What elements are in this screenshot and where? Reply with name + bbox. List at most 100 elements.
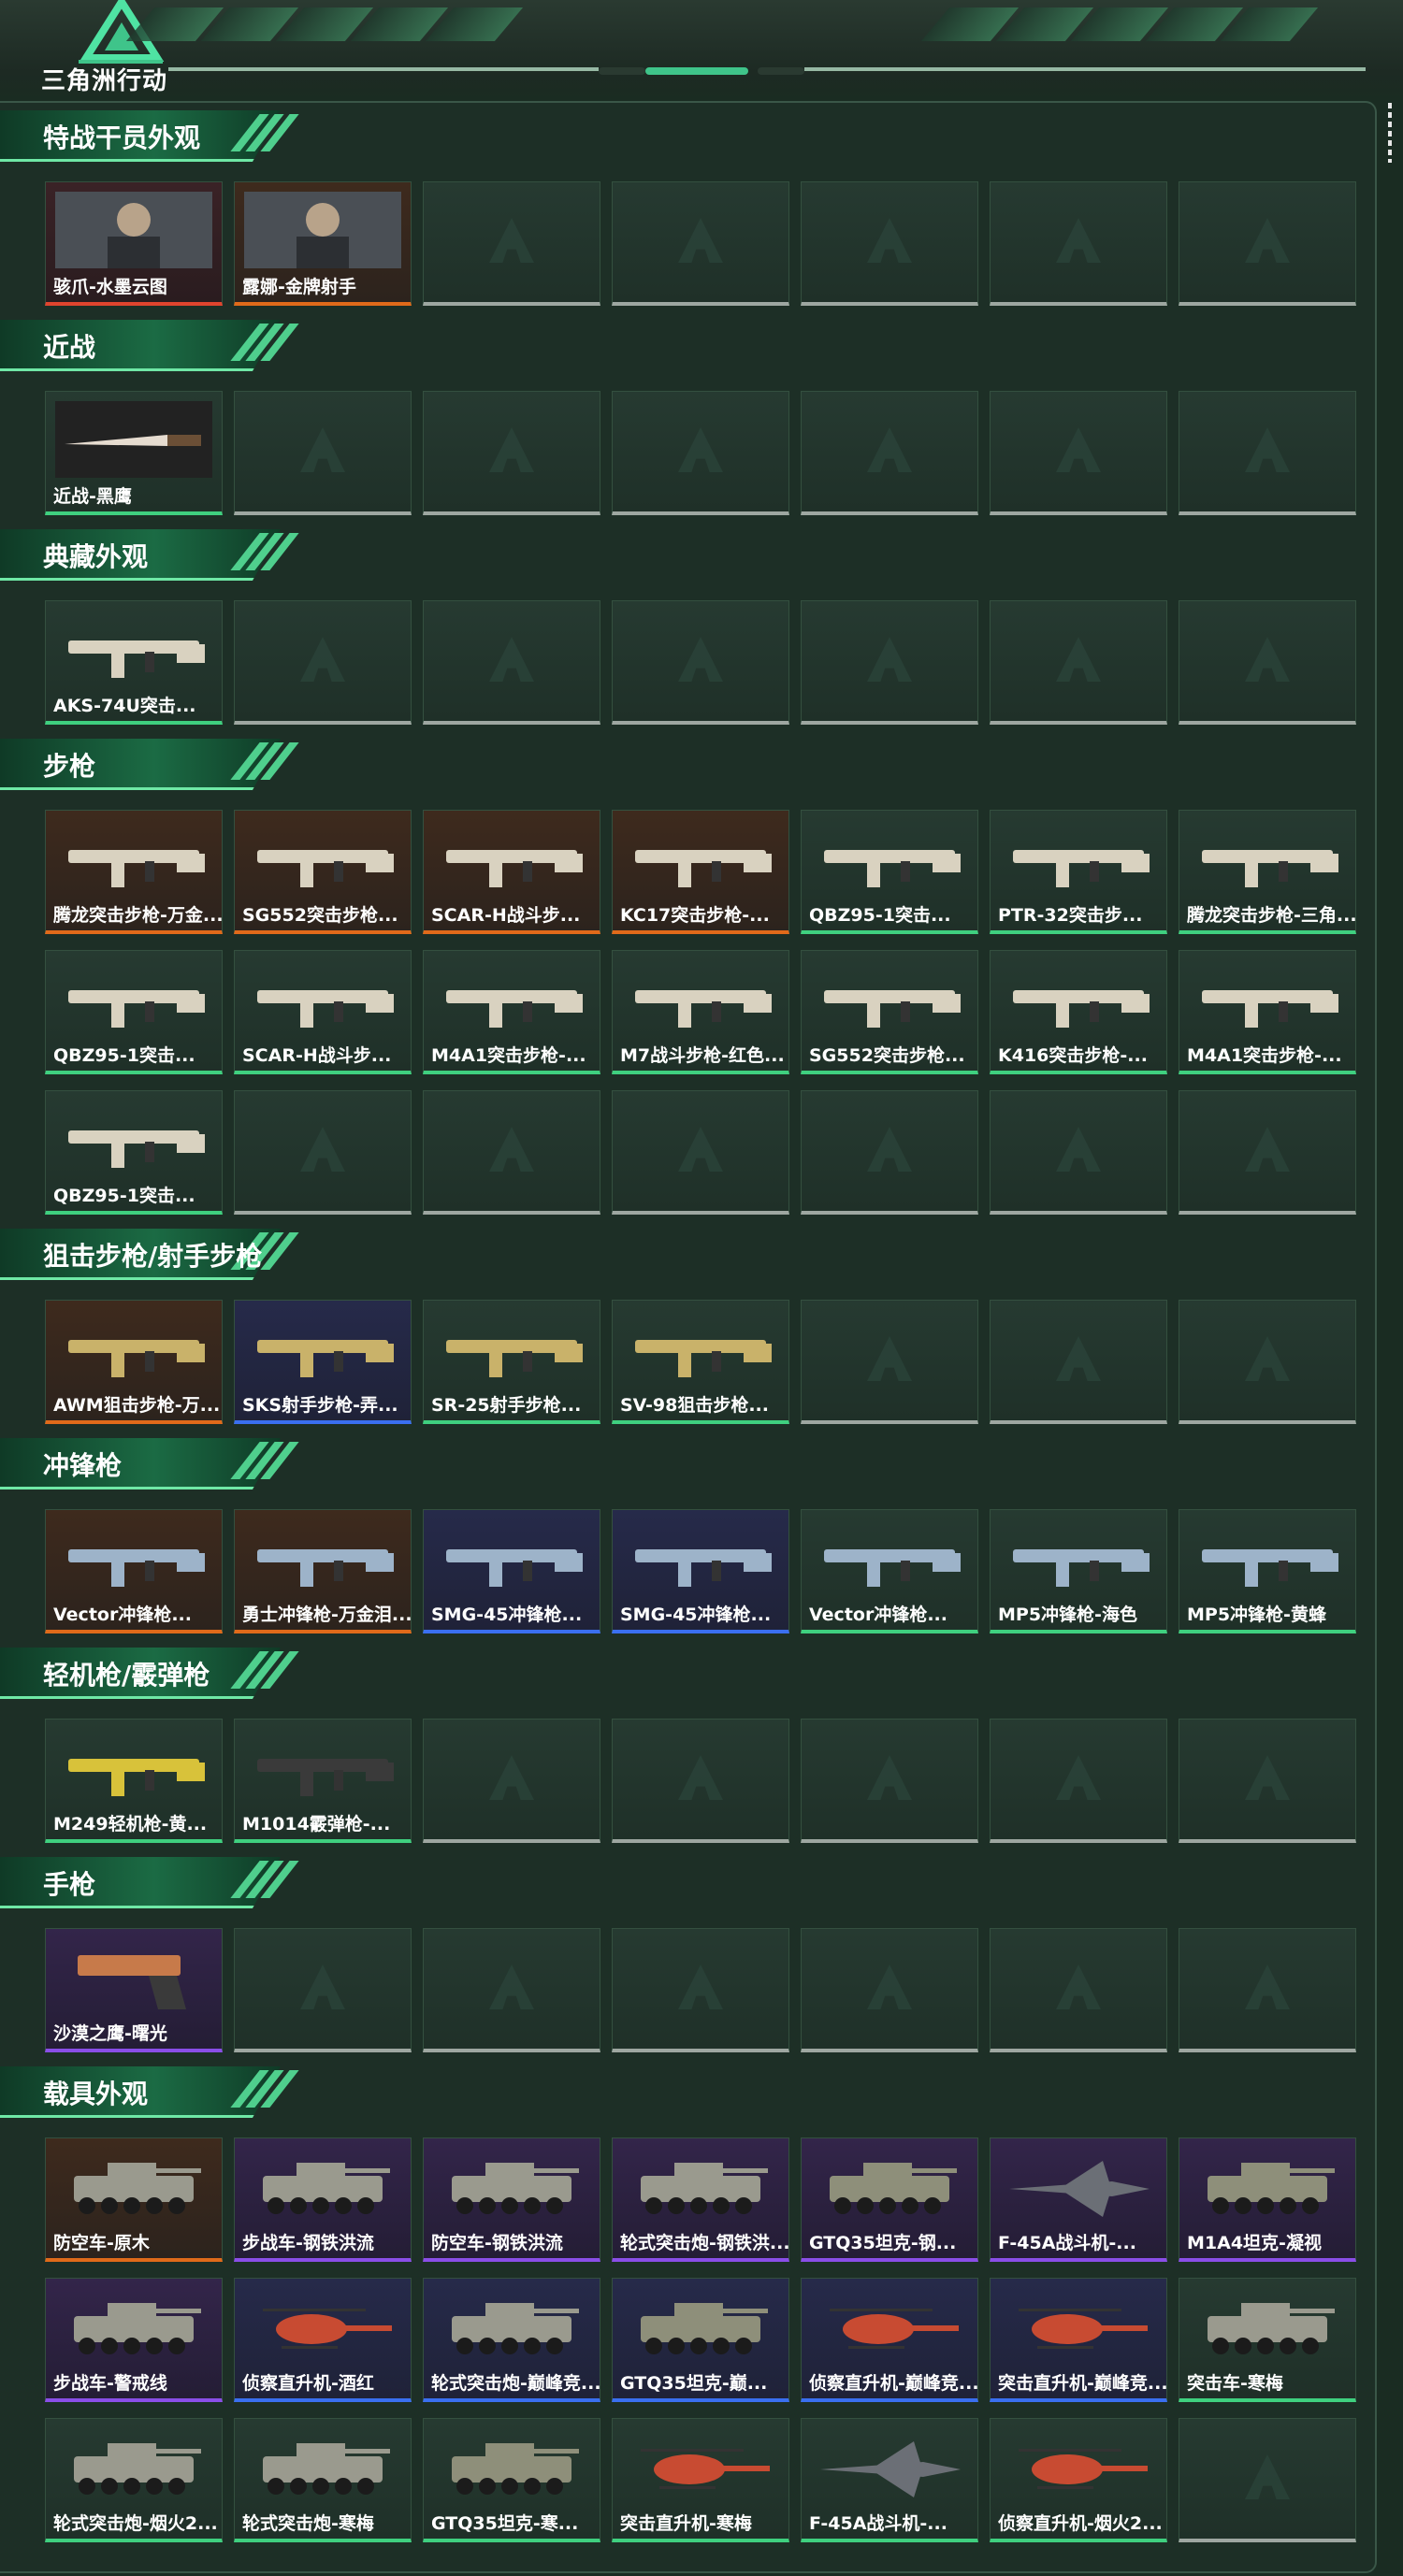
item-name: M4A1突击步枪-... (431, 1045, 586, 1066)
item-card[interactable]: SKS射手步枪-弄... (234, 1300, 412, 1424)
empty-slot (423, 1719, 600, 1843)
item-card[interactable]: 轮式突击炮-钢铁洪... (612, 2137, 789, 2262)
item-card[interactable]: M4A1突击步枪-... (423, 950, 600, 1074)
item-card[interactable]: F-45A战斗机-... (801, 2418, 978, 2542)
vehicle-icon (74, 2303, 201, 2354)
item-card[interactable]: SV-98狙击步枪... (612, 1300, 789, 1424)
vehicle-icon (74, 2163, 201, 2214)
item-name: Vector冲锋枪... (53, 1605, 192, 1625)
item-card[interactable]: SMG-45冲锋枪... (612, 1509, 789, 1633)
empty-slot (801, 1300, 978, 1424)
item-name: 步战车-钢铁洪流 (242, 2233, 374, 2253)
item-card[interactable]: PTR-32突击步... (990, 810, 1167, 934)
rifle-icon (824, 990, 961, 1028)
item-card[interactable]: 防空车-钢铁洪流 (423, 2137, 600, 2262)
item-card[interactable]: 骇爪-水墨云图 (45, 181, 223, 306)
item-name: GTQ35坦克-钢... (809, 2233, 957, 2253)
item-card[interactable]: 轮式突击炮-寒梅 (234, 2418, 412, 2542)
item-card[interactable]: M249轻机枪-黄... (45, 1719, 223, 1843)
item-card[interactable]: 沙漠之鹰-曙光 (45, 1928, 223, 2052)
item-name: SKS射手步枪-弄... (242, 1395, 398, 1416)
rifle-icon (635, 990, 772, 1028)
vehicle-icon (452, 2303, 579, 2354)
item-card[interactable]: 突击直升机-巅峰竞... (990, 2278, 1167, 2402)
empty-slot (423, 1928, 600, 2052)
item-card[interactable]: QBZ95-1突击... (801, 810, 978, 934)
rifle-icon (68, 850, 205, 887)
item-card[interactable]: 露娜-金牌射手 (234, 181, 412, 306)
item-name: M4A1突击步枪-... (1187, 1045, 1342, 1066)
jet-icon (1009, 2161, 1150, 2217)
item-card[interactable]: KC17突击步枪-... (612, 810, 789, 934)
item-card[interactable]: MP5冲锋枪-海色 (990, 1509, 1167, 1633)
section-title: 冲锋枪 (43, 1450, 123, 1481)
empty-slot (423, 181, 600, 306)
item-card[interactable]: SMG-45冲锋枪... (423, 1509, 600, 1633)
item-card[interactable]: 腾龙突击步枪-三角... (1179, 810, 1356, 934)
smg-icon (68, 1549, 205, 1587)
rifle-icon (824, 850, 961, 887)
item-card[interactable]: 勇士冲锋枪-万金泪... (234, 1509, 412, 1633)
item-card[interactable]: GTQ35坦克-钢... (801, 2137, 978, 2262)
item-card[interactable]: QBZ95-1突击... (45, 950, 223, 1074)
item-card[interactable]: SCAR-H战斗步... (423, 810, 600, 934)
empty-slot (801, 1928, 978, 2052)
smg-icon (1202, 1549, 1338, 1587)
item-card[interactable]: 侦察直升机-烟火2... (990, 2418, 1167, 2542)
helicopter-icon (263, 2309, 392, 2349)
item-card[interactable]: 步战车-警戒线 (45, 2278, 223, 2402)
item-card[interactable]: 突击直升机-寒梅 (612, 2418, 789, 2542)
item-card[interactable]: MP5冲锋枪-黄蜂 (1179, 1509, 1356, 1633)
item-card[interactable]: 步战车-钢铁洪流 (234, 2137, 412, 2262)
item-card[interactable]: 突击车-寒梅 (1179, 2278, 1356, 2402)
item-card[interactable]: Vector冲锋枪... (801, 1509, 978, 1633)
empty-slot (801, 600, 978, 725)
item-card[interactable]: SG552突击步枪... (234, 810, 412, 934)
section-title: 载具外观 (43, 2079, 149, 2109)
smg-icon (257, 1549, 394, 1587)
item-card[interactable]: M7战斗步枪-红色... (612, 950, 789, 1074)
item-card[interactable]: 近战-黑鹰 (45, 391, 223, 515)
item-card[interactable]: F-45A战斗机-... (990, 2137, 1167, 2262)
section-header-bar (0, 739, 281, 790)
section-title: 近战 (43, 332, 96, 363)
item-card[interactable]: QBZ95-1突击... (45, 1090, 223, 1215)
item-card[interactable]: GTQ35坦克-寒... (423, 2418, 600, 2542)
empty-slot (234, 391, 412, 515)
item-name: 沙漠之鹰-曙光 (53, 2023, 167, 2044)
item-name: M1A4坦克-凝视 (1187, 2233, 1322, 2253)
item-card[interactable]: SR-25射手步枪... (423, 1300, 600, 1424)
empty-slot (612, 1090, 789, 1215)
sniper-icon (446, 1340, 583, 1377)
scrollbar[interactable] (1388, 103, 1392, 163)
item-name: 防空车-钢铁洪流 (431, 2233, 563, 2253)
item-card[interactable]: 防空车-原木 (45, 2137, 223, 2262)
item-card[interactable]: SG552突击步枪... (801, 950, 978, 1074)
item-card[interactable]: Vector冲锋枪... (45, 1509, 223, 1633)
item-card[interactable]: 侦察直升机-巅峰竞... (801, 2278, 978, 2402)
rifle-icon (1013, 850, 1150, 887)
item-card[interactable]: M1A4坦克-凝视 (1179, 2137, 1356, 2262)
item-card[interactable]: 侦察直升机-酒红 (234, 2278, 412, 2402)
item-card[interactable]: M4A1突击步枪-... (1179, 950, 1356, 1074)
empty-slot (234, 1090, 412, 1215)
section-header: 近战 (0, 320, 309, 371)
item-card[interactable]: M1014霰弹枪-... (234, 1719, 412, 1843)
helicopter-icon (1019, 2449, 1148, 2489)
empty-slot (990, 391, 1167, 515)
helicopter-icon (641, 2449, 770, 2489)
item-card[interactable]: AWM狙击步枪-万... (45, 1300, 223, 1424)
empty-slot (612, 600, 789, 725)
item-name: MP5冲锋枪-海色 (998, 1605, 1137, 1625)
item-card[interactable]: 轮式突击炮-巅峰竞... (423, 2278, 600, 2402)
item-card[interactable]: GTQ35坦克-巅... (612, 2278, 789, 2402)
item-card[interactable]: SCAR-H战斗步... (234, 950, 412, 1074)
item-card[interactable]: 轮式突击炮-烟火2... (45, 2418, 223, 2542)
shotgun-icon (257, 1759, 394, 1796)
item-card[interactable]: 腾龙突击步枪-万金... (45, 810, 223, 934)
item-card[interactable]: K416突击步枪-... (990, 950, 1167, 1074)
item-card[interactable]: AKS-74U突击... (45, 600, 223, 725)
item-name: SCAR-H战斗步... (431, 905, 581, 926)
item-name: 防空车-原木 (53, 2233, 150, 2253)
rifle-icon (635, 850, 772, 887)
